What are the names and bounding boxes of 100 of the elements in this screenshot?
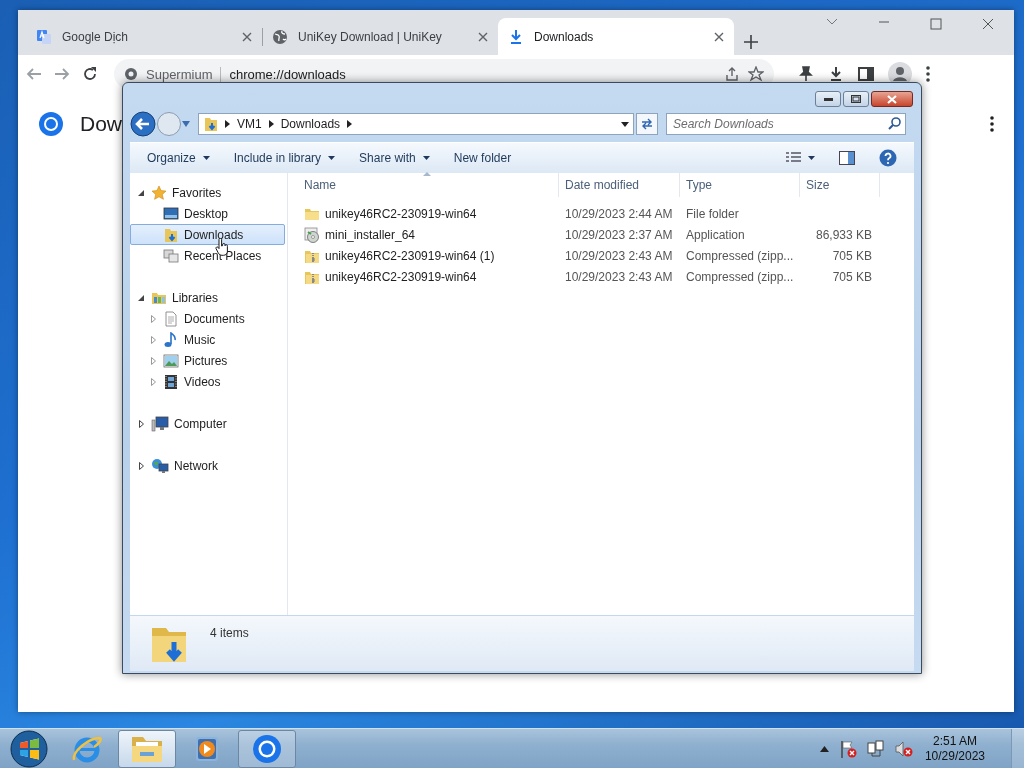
maximize-button[interactable] bbox=[843, 91, 869, 107]
toolbar-button[interactable]: Share with bbox=[350, 146, 439, 170]
close-icon[interactable] bbox=[982, 18, 994, 30]
breadcrumb-item[interactable]: VM1 bbox=[237, 117, 262, 131]
page-title: Dow bbox=[80, 112, 122, 136]
nav-item[interactable]: Music bbox=[184, 332, 216, 347]
collapsed-arrow-icon[interactable] bbox=[138, 419, 144, 428]
pin-icon[interactable] bbox=[798, 66, 814, 82]
file-row[interactable]: unikey46RC2-230919-win64 10/29/2023 2:44 AM File folder bbox=[288, 203, 914, 224]
nav-item[interactable]: Favorites bbox=[172, 185, 222, 200]
address-bar[interactable]: VM1 Downloads bbox=[198, 113, 634, 135]
size-cell-text: 86,933 KB bbox=[814, 227, 873, 242]
site-name: Supermium bbox=[146, 66, 222, 82]
star-icon bbox=[151, 184, 167, 201]
close-button[interactable] bbox=[871, 91, 913, 107]
action-center-icon[interactable] bbox=[838, 739, 857, 758]
back-icon[interactable] bbox=[26, 66, 42, 82]
size-cell-text: 705 KB bbox=[831, 248, 873, 263]
close-icon bbox=[887, 94, 897, 104]
toolbar-button[interactable]: Organize bbox=[138, 146, 219, 170]
file-row[interactable]: unikey46RC2-230919-win64 10/29/2023 2:43 AM Compressed (zipp... 705 KB bbox=[288, 266, 914, 287]
column-header[interactable]: Type bbox=[680, 173, 800, 197]
network-status-icon[interactable] bbox=[866, 739, 885, 758]
music-note-icon bbox=[163, 331, 179, 348]
clock[interactable]: 2:51 AM 10/29/2023 bbox=[924, 733, 985, 764]
browser-tab[interactable]: UniKey Download | UniKey bbox=[262, 18, 498, 55]
history-dropdown-icon[interactable] bbox=[182, 121, 190, 127]
nav-item[interactable]: Computer bbox=[174, 416, 227, 431]
desktop-icon bbox=[163, 205, 179, 222]
nav-item[interactable]: Documents bbox=[184, 311, 245, 326]
toolbar-button[interactable]: New folder bbox=[444, 146, 521, 170]
minimize-button[interactable] bbox=[815, 91, 841, 107]
downloads-folder-icon bbox=[163, 226, 179, 243]
chevron-right-icon[interactable] bbox=[225, 120, 230, 128]
chevron-right-icon[interactable] bbox=[268, 120, 274, 128]
close-icon[interactable] bbox=[714, 31, 724, 42]
reload-icon[interactable] bbox=[82, 66, 98, 82]
collapsed-arrow-icon[interactable] bbox=[138, 461, 144, 470]
tab-title: UniKey Download | UniKey bbox=[298, 29, 443, 44]
nav-item[interactable]: Desktop bbox=[184, 206, 229, 221]
browser-tab[interactable]: Downloads bbox=[498, 18, 734, 55]
file-row[interactable]: mini_installer_64 10/29/2023 2:37 AM Application 86,933 KB bbox=[288, 224, 914, 245]
forward-icon[interactable] bbox=[54, 66, 70, 82]
item-count: 4 items bbox=[210, 626, 249, 640]
type-cell-text: File folder bbox=[685, 206, 740, 221]
expanded-arrow-icon[interactable] bbox=[138, 294, 144, 301]
chevron-down-icon[interactable] bbox=[826, 18, 838, 26]
taskbar-button[interactable] bbox=[238, 729, 296, 768]
file-name: unikey46RC2-230919-win64 bbox=[325, 269, 477, 284]
search-field[interactable]: Search Downloads bbox=[666, 113, 906, 135]
download-icon[interactable] bbox=[828, 66, 844, 82]
close-icon[interactable] bbox=[242, 31, 252, 42]
column-header[interactable]: Date modified bbox=[559, 173, 680, 197]
close-icon[interactable] bbox=[478, 31, 488, 42]
expanded-arrow-icon[interactable] bbox=[138, 189, 144, 196]
start-button-icon[interactable] bbox=[10, 729, 48, 768]
maximize-icon bbox=[851, 95, 861, 103]
translate-icon bbox=[36, 28, 52, 45]
new-tab-icon[interactable] bbox=[744, 35, 758, 49]
menu-icon[interactable] bbox=[990, 116, 994, 132]
share-icon[interactable] bbox=[724, 66, 740, 82]
sidebar-icon[interactable] bbox=[858, 66, 874, 82]
star-icon[interactable] bbox=[748, 66, 764, 82]
chevron-right-icon[interactable] bbox=[347, 120, 353, 128]
column-header[interactable]: Name bbox=[288, 173, 559, 197]
file-row[interactable]: unikey46RC2-230919-win64 (1) 10/29/2023 2:43 AM Compressed (zipp... 705 KB bbox=[288, 245, 914, 266]
date-cell-text: 10/29/2023 2:43 AM bbox=[564, 269, 674, 284]
menu-icon[interactable] bbox=[926, 66, 930, 82]
breadcrumb-item[interactable]: Downloads bbox=[280, 117, 341, 131]
dropdown-arrow-icon bbox=[328, 156, 336, 160]
show-hidden-icons-icon[interactable] bbox=[819, 745, 829, 752]
clock-date: 10/29/2023 bbox=[924, 748, 985, 764]
browser-tab[interactable]: Google Dịch bbox=[26, 18, 262, 55]
taskbar-button[interactable] bbox=[118, 729, 176, 768]
clock-time: 2:51 AM bbox=[932, 733, 977, 749]
refresh-button[interactable] bbox=[636, 113, 658, 135]
downloads-folder-icon bbox=[203, 116, 219, 132]
nav-item[interactable]: Network bbox=[174, 458, 218, 473]
maximize-icon[interactable] bbox=[930, 18, 942, 30]
film-strip-icon bbox=[163, 373, 179, 390]
nav-item[interactable]: Pictures bbox=[184, 353, 228, 368]
list-view-icon bbox=[786, 152, 801, 164]
dropdown-arrow-icon bbox=[202, 156, 210, 160]
column-header[interactable]: Size bbox=[800, 173, 880, 197]
tab-title: Downloads bbox=[534, 29, 595, 44]
minimize-icon bbox=[823, 97, 833, 101]
dropdown-arrow-icon[interactable] bbox=[621, 121, 629, 127]
size-cell-text: 705 KB bbox=[831, 269, 873, 284]
toolbar-button[interactable]: Include in library bbox=[224, 146, 345, 170]
date-cell-text: 10/29/2023 2:43 AM bbox=[564, 248, 674, 263]
dropdown-arrow-icon bbox=[422, 156, 430, 160]
type-cell-text: Compressed (zipp... bbox=[685, 269, 795, 284]
nav-item[interactable]: Libraries bbox=[172, 290, 219, 305]
url-text: chrome://downloads bbox=[229, 66, 347, 82]
document-icon bbox=[163, 310, 179, 327]
nav-item[interactable]: Recent Places bbox=[184, 248, 262, 263]
installer-icon bbox=[304, 226, 320, 243]
back-button-icon[interactable] bbox=[130, 111, 156, 137]
volume-muted-icon[interactable] bbox=[894, 739, 913, 758]
nav-item[interactable]: Videos bbox=[184, 374, 221, 389]
